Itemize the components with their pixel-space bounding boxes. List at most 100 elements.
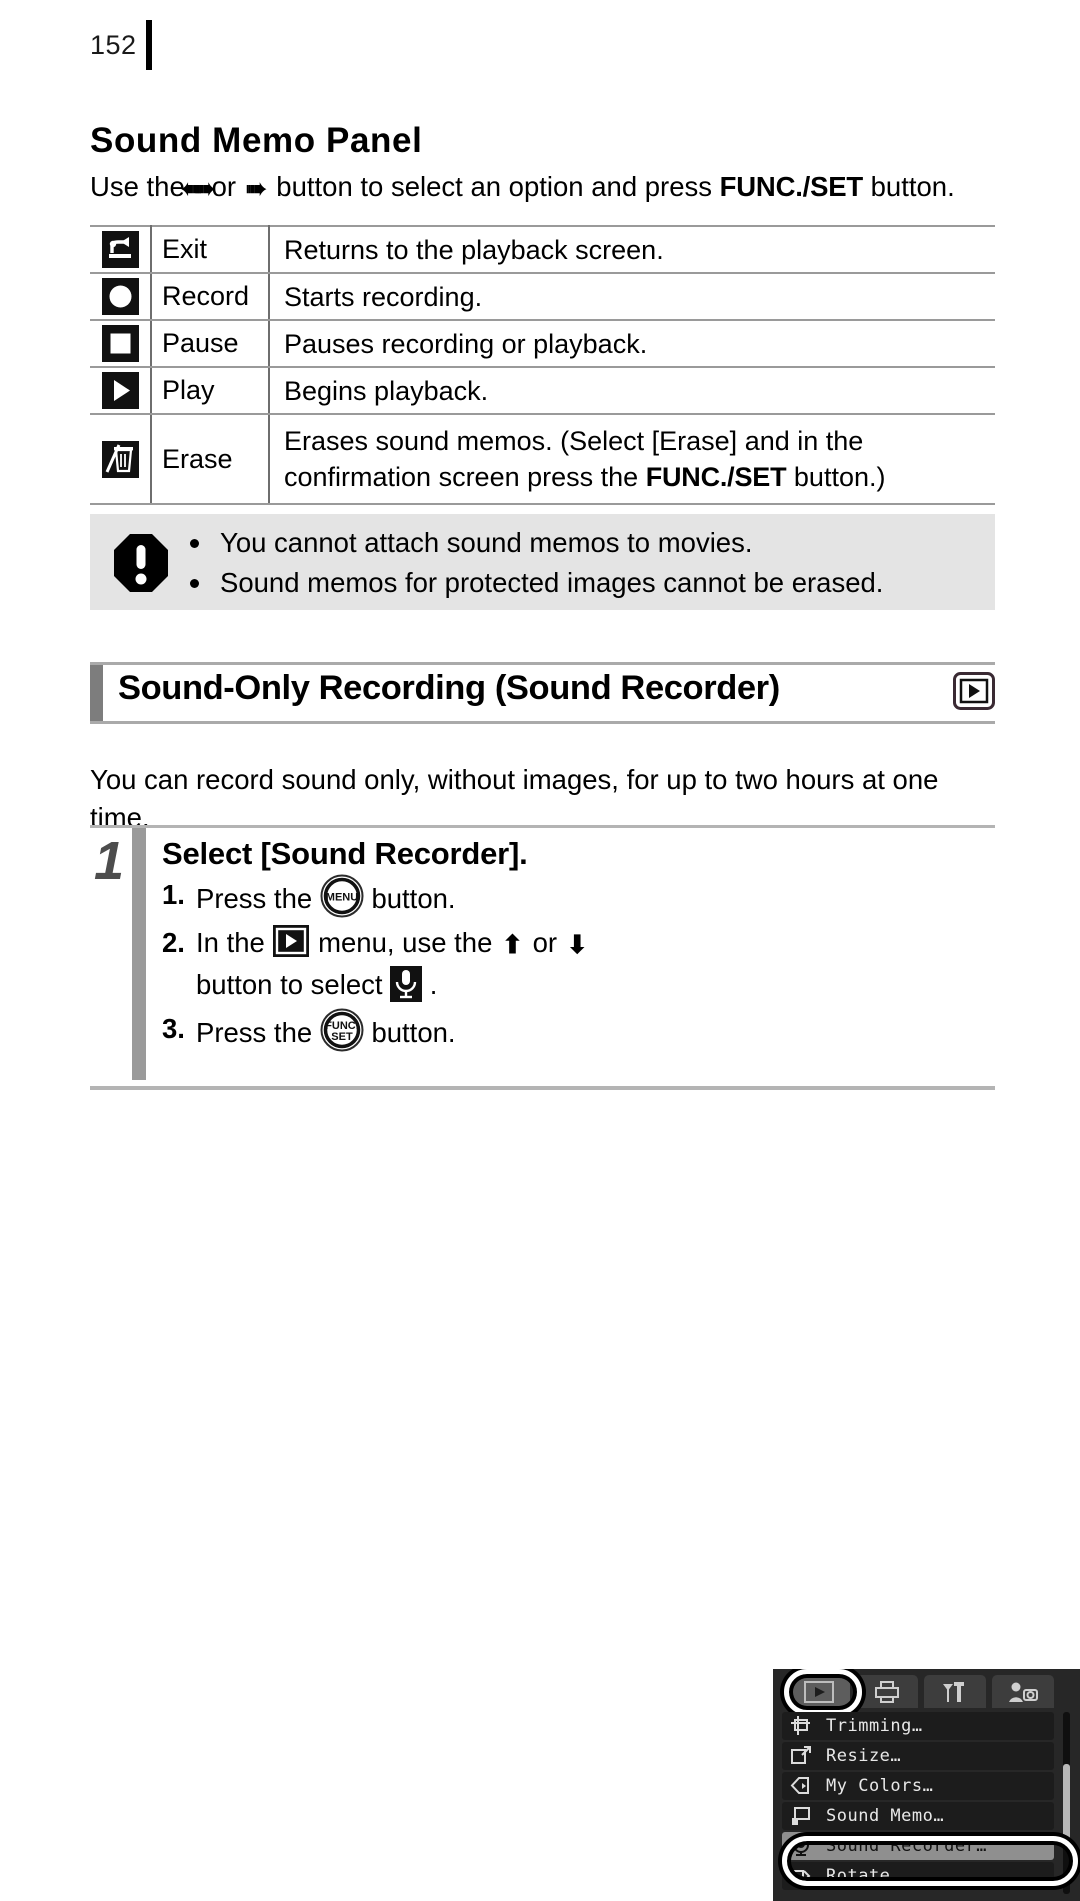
substep-number: 1. [162,879,185,910]
bullet-icon [190,539,199,548]
substep-number: 3. [162,1013,185,1044]
up-arrow-icon: ⬆ [502,931,523,959]
substep-1: 1. Press the MENU button. [162,874,722,920]
erase-desc-line1: Erases sound memos. (Select [Erase] and … [284,426,864,456]
page-title: Sound Memo Panel [90,121,423,161]
table-cell-name: Record [151,273,270,321]
table-cell-desc: Returns to the playback screen. [269,225,995,274]
lcd-scrollbar[interactable] [1063,1712,1070,1894]
table-row: Record Starts recording. [90,273,995,321]
list-item-sound-recorder[interactable]: Sound Recorder… [782,1832,1054,1860]
playback-mode-icon [953,672,995,710]
list-item[interactable]: Trimming… [782,1712,1054,1740]
substep-text-line2: button to select [196,969,383,1000]
list-item-label: Sound Memo… [826,1806,945,1826]
svg-text:SET: SET [331,1031,353,1043]
list-item[interactable]: My Colors… [782,1772,1054,1800]
microphone-icon [790,1835,812,1857]
intro-text-after: button. [870,170,955,202]
lcd-scrollbar-thumb[interactable] [1063,1764,1070,1846]
section-heading-text: Sound-Only Recording (Sound Recorder) [118,669,780,707]
substep-or: or [532,927,558,958]
right-arrow-icon: ➠ [245,174,267,203]
substep-text-after: button. [371,1017,456,1048]
table-cell-name: Pause [151,320,270,368]
func-set-button-icon: FUNC. SET [320,1008,364,1052]
sound-memo-panel-table: Exit Returns to the playback screen. Rec… [90,225,995,505]
down-arrow-icon: ⬇ [566,931,588,959]
table-row: Exit Returns to the playback screen. [90,225,995,274]
microphone-icon [390,966,423,1002]
table-row: Erase Erases sound memos. (Select [Erase… [90,414,995,505]
intro-text-before: Use the [90,170,185,202]
table-cell-desc: Begins playback. [269,367,995,415]
list-item-label: Trimming… [826,1716,923,1736]
left-arrow-glyph: ➠ [181,174,202,203]
section-heading: Sound-Only Recording (Sound Recorder) [90,662,995,724]
substep-period: . [429,969,438,1000]
caution-exclamation-icon [114,534,168,592]
substep-3: 3. Press the FUNC. SET button. [162,1008,722,1054]
list-item[interactable]: Resize… [782,1742,1054,1770]
page-number-rule [146,20,152,70]
substep-text-middle: menu, use the [318,927,493,958]
pause-square-icon [101,325,139,362]
rotate-icon [790,1865,812,1887]
list-item-label: My Colors… [826,1776,934,1796]
table-cell-name: Exit [151,225,270,274]
erase-trash-icon [101,440,139,478]
substep-text-before: Press the [196,883,313,914]
intro-or: or [211,170,237,202]
note-text: Sound memos for protected images cannot … [220,567,884,598]
step-body: Select [Sound Recorder]. 1. Press the ME… [162,828,722,1054]
step-number: 1 [94,831,125,891]
substep-2: 2. In the menu, use the ⬆ or ⬇ button to… [162,922,722,1006]
table-cell-name: Erase [151,414,270,505]
heading-accent-bar [90,665,103,721]
record-circle-icon [101,278,139,315]
settings-tab[interactable] [924,1675,986,1708]
table-cell-desc: Erases sound memos. (Select [Erase] and … [269,414,995,505]
trimming-icon [790,1715,812,1737]
list-item[interactable]: Rotate… [782,1862,1054,1890]
table-cell-icon [90,367,152,415]
svg-text:MENU: MENU [326,892,358,904]
table-cell-icon [90,273,152,321]
resize-icon [790,1745,812,1767]
table-cell-desc: Starts recording. [269,273,995,321]
table-cell-icon [90,225,152,274]
page-number: 152 [90,30,137,60]
table-row: Play Begins playback. [90,367,995,415]
note-text: You cannot attach sound memos to movies. [220,527,753,558]
substep-text-before: In the [196,927,265,958]
exit-return-icon [101,231,139,268]
list-item: You cannot attach sound memos to movies. [186,523,986,563]
intro-paragraph: Use the ➠ ➠ or ➠ button to select an opt… [90,168,1000,205]
camera-lcd-screenshot: Trimming… Resize… My Colors… Sound Memo…… [773,1669,1080,1901]
list-item: Sound memos for protected images cannot … [186,563,986,603]
sound-memo-icon [790,1805,812,1827]
table-cell-icon [90,414,152,505]
substep-number: 2. [162,927,185,958]
step-accent-bar [132,828,146,1080]
my-camera-tab[interactable] [992,1675,1054,1708]
erase-desc-line2-before: confirmation screen press the [284,462,639,492]
caution-note-list: You cannot attach sound memos to movies.… [186,523,986,603]
func-set-label: FUNC./SET [645,462,787,492]
menu-button-icon: MENU [320,874,364,918]
step-block: 1 Select [Sound Recorder]. 1. Press the … [90,825,1080,1901]
substep-text-after: button. [371,883,456,914]
list-item-label: Resize… [826,1746,902,1766]
func-set-label: FUNC./SET [719,170,864,202]
table-cell-desc: Pauses recording or playback. [269,320,995,368]
page-header: 152 [90,14,1010,74]
table-row: Pause Pauses recording or playback. [90,320,995,368]
erase-desc-line2-after: button.) [793,462,886,492]
table-cell-icon [90,320,152,368]
step-title: Select [Sound Recorder]. [162,836,528,871]
list-item-label: Rotate… [826,1866,902,1886]
print-tab[interactable] [856,1675,918,1708]
list-item[interactable]: Sound Memo… [782,1802,1054,1830]
table-cell-name: Play [151,367,270,415]
playback-menu-icon [272,924,310,958]
